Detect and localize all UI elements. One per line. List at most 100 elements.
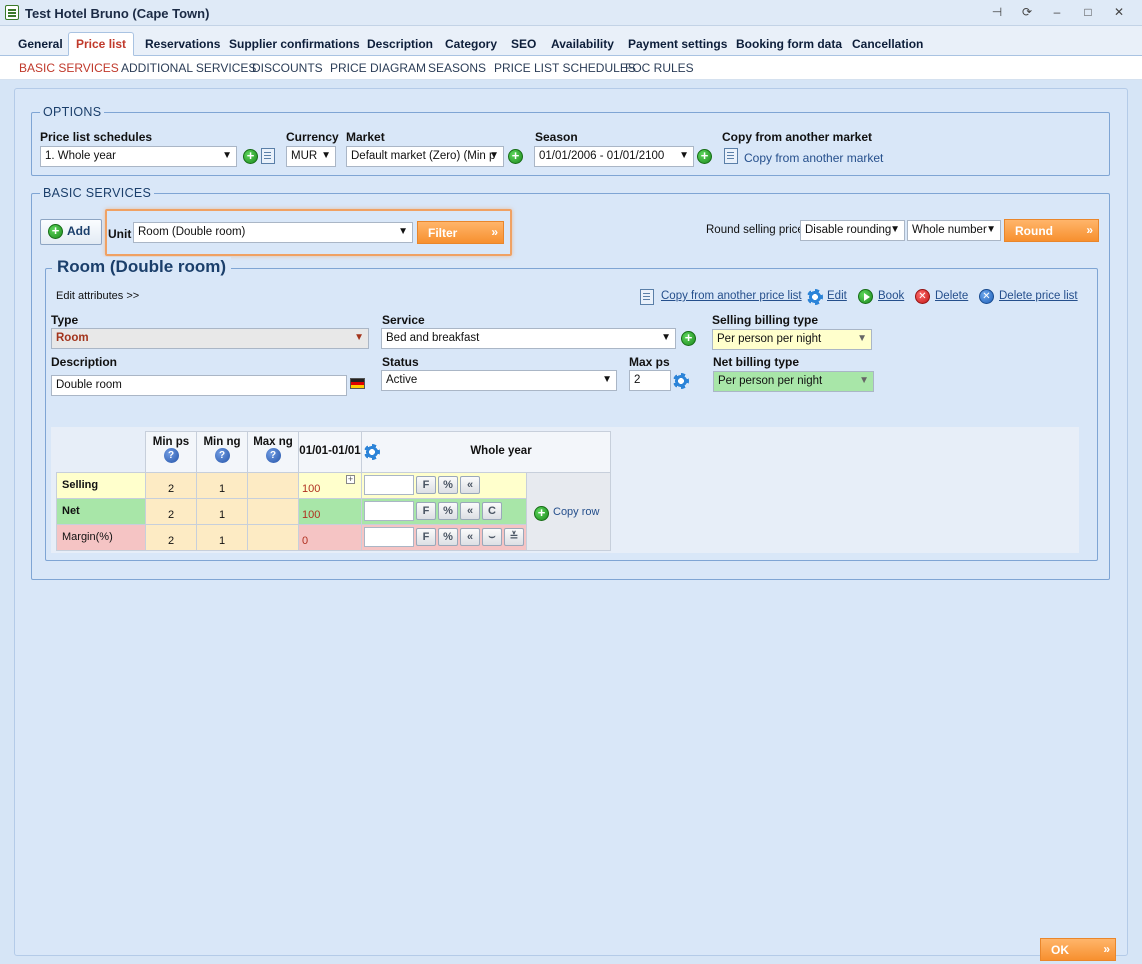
tab-cancellation[interactable]: Cancellation — [845, 33, 930, 57]
gear-icon[interactable] — [673, 373, 689, 389]
percent-button[interactable]: % — [438, 502, 458, 520]
copy-schedule-icon[interactable] — [261, 148, 275, 164]
currency-select[interactable]: MUR ▼ — [286, 146, 336, 167]
min-ps-cell[interactable]: 2 — [145, 524, 197, 551]
percent-button[interactable]: % — [438, 476, 458, 494]
help-icon[interactable]: ? — [163, 448, 179, 463]
pin-icon[interactable]: ⊣ — [988, 4, 1006, 20]
tab-reservations[interactable]: Reservations — [138, 33, 227, 57]
maxps-input[interactable]: 2 — [629, 370, 671, 391]
delete-price-list-link[interactable]: Delete price list — [999, 290, 1078, 302]
description-input[interactable]: Double room — [51, 375, 347, 396]
ok-button[interactable]: OK» — [1040, 938, 1116, 961]
min-ng-cell[interactable]: 1 — [196, 472, 248, 499]
tab-availability[interactable]: Availability — [544, 33, 621, 57]
copy-price-list-icon[interactable] — [640, 289, 654, 305]
max-ng-cell[interactable] — [247, 498, 299, 525]
chevron-down-icon: ▼ — [489, 150, 499, 161]
gear-icon[interactable] — [364, 444, 380, 460]
tab-payment-settings[interactable]: Payment settings — [621, 33, 734, 57]
f-button[interactable]: F — [416, 476, 436, 494]
add-season-icon[interactable]: + — [697, 149, 712, 164]
max-ng-cell[interactable] — [247, 524, 299, 551]
net-billing-label: Net billing type — [713, 355, 800, 369]
copy-market-icon[interactable] — [724, 148, 738, 164]
tab-category[interactable]: Category — [438, 33, 504, 57]
schedule-select[interactable]: 1. Whole year ▼ — [40, 146, 237, 167]
edit-link[interactable]: Edit — [827, 290, 847, 302]
copy-price-list-link[interactable]: Copy from another price list — [661, 290, 802, 302]
book-icon[interactable] — [858, 289, 873, 304]
tab-price-list[interactable]: Price list — [68, 32, 135, 56]
net-billing-select[interactable]: Per person per night ▼ — [713, 371, 874, 392]
subtab-additional-services[interactable]: ADDITIONAL SERVICES — [121, 61, 256, 75]
tab-seo[interactable]: SEO — [504, 33, 543, 57]
subtab-discounts[interactable]: DISCOUNTS — [252, 61, 323, 75]
copy-row-link[interactable]: Copy row — [553, 506, 599, 518]
help-icon[interactable]: ? — [265, 448, 281, 463]
market-select[interactable]: Default market (Zero) (Min p ▼ — [346, 146, 504, 167]
german-flag-icon[interactable] — [350, 378, 365, 389]
net-input[interactable] — [364, 501, 414, 521]
status-select[interactable]: Active ▼ — [381, 370, 617, 391]
back-button[interactable]: « — [460, 528, 480, 546]
copy-row-icon[interactable]: + — [534, 506, 549, 521]
filter-button[interactable]: Filter» — [417, 221, 504, 244]
c-button[interactable]: C — [482, 502, 502, 520]
tab-description[interactable]: Description — [360, 33, 440, 57]
delete-link[interactable]: Delete — [935, 290, 968, 302]
subtab-price-list-schedules[interactable]: PRICE LIST SCHEDULES — [494, 61, 636, 75]
double-down-icon[interactable]: ≚ — [504, 528, 524, 546]
add-schedule-icon[interactable]: + — [243, 149, 258, 164]
price-cell[interactable]: 100 — [298, 498, 362, 525]
round-selling-label: Round selling price — [706, 224, 804, 236]
help-icon[interactable]: ? — [214, 448, 230, 463]
round-button[interactable]: Round» — [1004, 219, 1099, 242]
rounding-select[interactable]: Disable rounding ▼ — [800, 220, 905, 241]
add-market-icon[interactable]: + — [508, 149, 523, 164]
season-select[interactable]: 01/01/2006 - 01/01/2100 ▼ — [534, 146, 694, 167]
subtab-seasons[interactable]: SEASONS — [428, 61, 486, 75]
max-ng-cell[interactable] — [247, 472, 299, 499]
back-button[interactable]: « — [460, 502, 480, 520]
service-select[interactable]: Bed and breakfast ▼ — [381, 328, 676, 349]
min-ps-cell[interactable]: 2 — [145, 472, 197, 499]
back-button[interactable]: « — [460, 476, 480, 494]
expand-icon[interactable]: + — [346, 475, 355, 484]
tab-booking-form-data[interactable]: Booking form data — [729, 33, 849, 57]
min-ng-cell[interactable]: 1 — [196, 524, 248, 551]
subtab-price-diagram[interactable]: PRICE DIAGRAM — [330, 61, 426, 75]
min-ps-cell[interactable]: 2 — [145, 498, 197, 525]
book-link[interactable]: Book — [878, 290, 904, 302]
max-ng-header: Max ng? — [247, 431, 299, 473]
refresh-icon[interactable]: ⟳ — [1018, 4, 1036, 20]
percent-button[interactable]: % — [438, 528, 458, 546]
f-button[interactable]: F — [416, 502, 436, 520]
tab-supplier-confirmations[interactable]: Supplier confirmations — [222, 33, 367, 57]
tab-general[interactable]: General — [11, 33, 70, 57]
margin-input[interactable] — [364, 527, 414, 547]
number-select[interactable]: Whole number ▼ — [907, 220, 1001, 241]
f-button[interactable]: F — [416, 528, 436, 546]
subtab-basic-services[interactable]: BASIC SERVICES — [19, 61, 119, 75]
copy-market-link[interactable]: Copy from another market — [744, 151, 883, 165]
add-button[interactable]: + Add — [40, 219, 102, 245]
selling-billing-select[interactable]: Per person per night ▼ — [712, 329, 872, 350]
subtab-foc-rules[interactable]: FOC RULES — [625, 61, 694, 75]
min-ng-header: Min ng? — [196, 431, 248, 473]
delete-icon[interactable]: ✕ — [915, 289, 930, 304]
maximize-icon[interactable]: □ — [1079, 4, 1097, 20]
delete-price-list-icon[interactable]: ✕ — [979, 289, 994, 304]
selling-input[interactable] — [364, 475, 414, 495]
min-ng-cell[interactable]: 1 — [196, 498, 248, 525]
gear-icon[interactable] — [807, 289, 823, 305]
unit-select[interactable]: Room (Double room) ▼ — [133, 222, 413, 243]
type-select[interactable]: Room ▼ — [51, 328, 369, 349]
edit-attributes-link[interactable]: Edit attributes >> — [56, 290, 139, 302]
add-service-icon[interactable]: + — [681, 331, 696, 346]
price-cell[interactable]: 0 — [298, 524, 362, 551]
close-icon[interactable]: ✕ — [1110, 4, 1128, 20]
minimize-icon[interactable]: – — [1048, 4, 1066, 20]
currency-label: Currency — [286, 130, 339, 144]
round-down-icon[interactable]: ⌣ — [482, 528, 502, 546]
